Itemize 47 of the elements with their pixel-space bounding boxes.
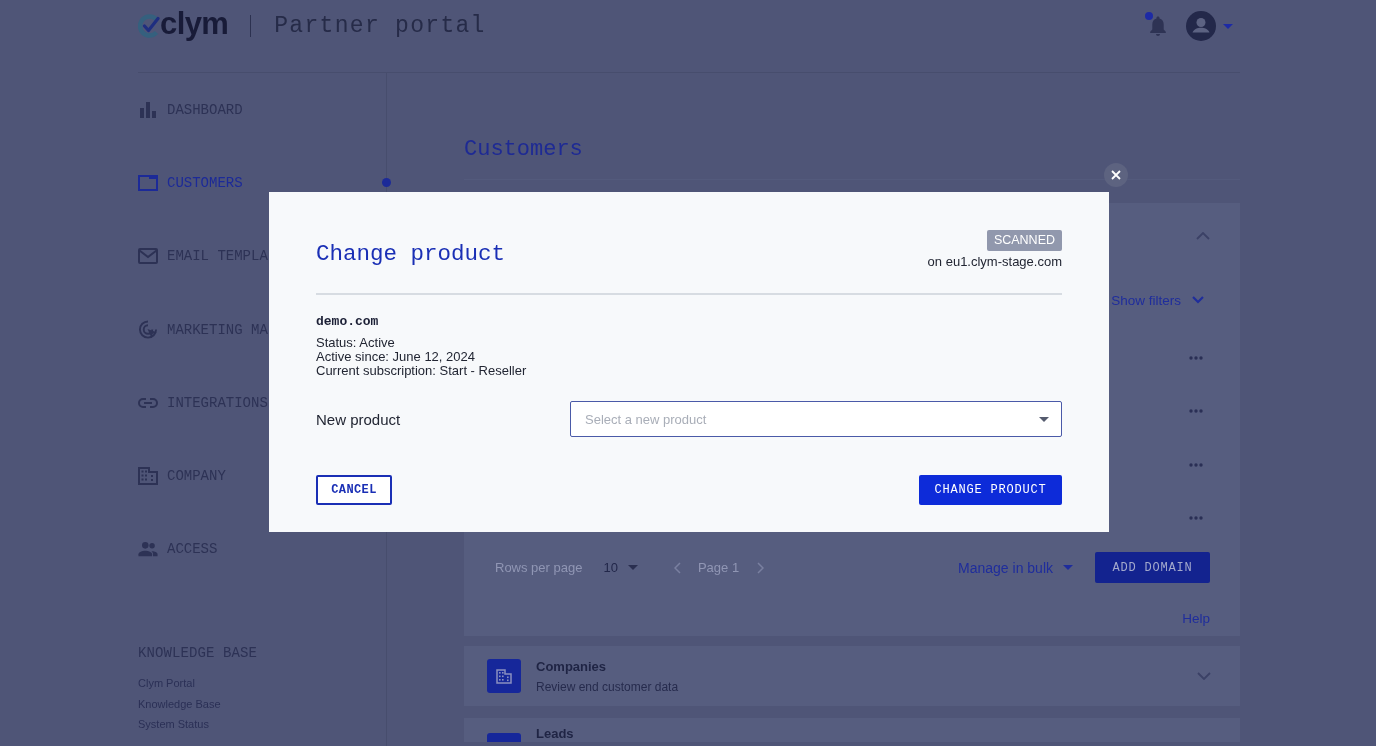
chevron-icon[interactable] [1196,232,1210,240]
section-card[interactable]: Leads [464,718,1240,742]
detail-line: Status: Active [316,336,396,350]
chevron-left-icon[interactable] [673,561,681,574]
chevron-icon[interactable] [1197,672,1211,680]
section-title: Leads [536,726,574,742]
dialog-title: Change product [316,240,506,268]
field-label: New product [316,410,402,428]
close-icon [1111,170,1121,180]
caret-icon [627,565,638,570]
detail-line: Current subscription: Start - Reseller [316,364,528,378]
close-button[interactable] [1104,163,1128,187]
logo-wordmark: clym [160,7,229,41]
host-text: on eu1.clym-stage.com [927,254,1062,269]
avatar-icon[interactable] [1186,11,1216,41]
window-icon [138,174,158,191]
page-indicator: Page 1 [697,560,740,575]
link-icon [138,397,158,408]
detail-line: Active since: June 12, 2024 [316,350,476,364]
domain-name: demo.com [316,314,380,330]
section-title: Companies [536,659,608,675]
more-icon[interactable] [1189,409,1203,414]
more-icon[interactable] [1189,355,1203,360]
chevron-right-icon[interactable] [757,561,765,574]
rows-per-page-label: Rows per page [495,560,583,575]
caret-icon[interactable] [1223,23,1233,29]
caret-icon [1039,417,1049,422]
status-badge: SCANNED [986,230,1062,251]
cancel-button[interactable]: CANCEL [316,475,392,505]
chevron-down-icon [1192,296,1204,304]
selected-dot-icon [382,178,391,188]
target-cursor-icon [138,320,158,340]
change-product-button[interactable]: CHANGE PRODUCT [919,475,1062,505]
more-icon[interactable] [1189,462,1203,467]
add-domain-button[interactable]: ADD DOMAIN [1095,552,1210,583]
people-icon [138,541,158,558]
more-icon[interactable] [1189,516,1203,521]
help-link[interactable]: Help [1182,610,1210,626]
caret-icon [1063,565,1073,570]
envelope-icon [138,248,158,265]
bell-icon[interactable] [1149,15,1167,37]
bar-chart-icon [138,101,158,118]
building-icon [138,467,158,486]
building-icon [487,659,521,693]
product-select[interactable]: Select a new product [570,401,1062,437]
logo-icon [138,13,160,39]
tile-icon [487,733,521,742]
